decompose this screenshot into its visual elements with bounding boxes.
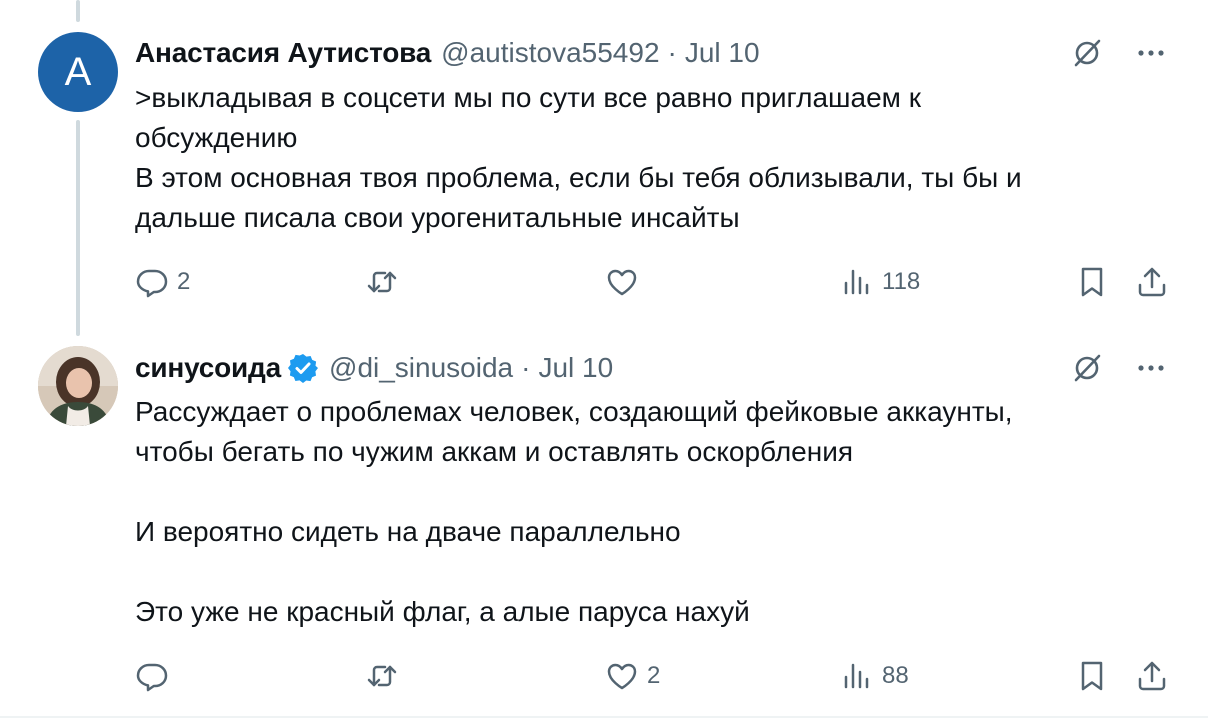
reply-button[interactable] [135,656,177,696]
bookmark-icon [1081,267,1103,297]
share-button[interactable] [1135,656,1169,696]
tweet-text: Рассуждает о проблемах человек, создающи… [135,392,1145,632]
reply-button[interactable]: 2 [135,262,190,302]
tweet-date[interactable]: Jul 10 [685,37,760,69]
tweet-text-line [135,472,1145,512]
tweet-actions: 2 88 [135,656,1175,696]
speech-bubble-icon [136,269,168,298]
tweet-text: >выкладывая в соцсети мы по сути все рав… [135,78,1145,238]
avatar-initial: A [64,49,92,94]
tweet[interactable]: синусоида @di_sinusoida · Jul 10 Рассужд… [0,340,1208,716]
tweet-text-line: чтобы бегать по чужим аккам и оставлять … [135,436,853,467]
author-handle[interactable]: @autistova55492 [441,37,659,69]
grok-slash-icon[interactable] [1070,351,1104,385]
author-handle[interactable]: @di_sinusoida [329,352,513,384]
like-button[interactable]: 2 [605,656,660,696]
bookmark-icon [1081,661,1103,691]
bar-chart-icon [844,663,869,689]
thread-connector [76,120,80,336]
retweet-button[interactable] [365,262,407,302]
bookmark-button[interactable] [1075,656,1109,696]
tweet-header-tools [1070,348,1168,388]
avatar[interactable]: A [38,32,118,112]
tweet-text-line: дальше писала свои урогенитальные инсайт… [135,202,740,233]
divider [0,716,1208,718]
view-count: 118 [882,268,921,295]
profile-photo [38,346,118,426]
reply-count: 2 [177,268,191,295]
avatar[interactable] [38,346,118,426]
author-name[interactable]: Анастасия Аутистова [135,37,431,69]
author-name[interactable]: синусоида [135,352,281,384]
tweet-text-line: обсуждению [135,122,298,153]
tweet-actions: 2 118 [135,262,1175,302]
like-button[interactable] [605,262,647,302]
views-button[interactable]: 88 [840,656,909,696]
like-count: 2 [647,662,661,689]
retweet-button[interactable] [365,656,407,696]
separator-dot: · [667,37,677,68]
separator-dot: · [521,352,531,383]
heart-icon [607,663,637,690]
tweet-text-line: Это уже не красный флаг, а алые паруса н… [135,596,750,627]
views-button[interactable]: 118 [840,262,920,302]
tweet-text-line: Рассуждает о проблемах человек, создающи… [135,396,1013,427]
verified-badge-icon[interactable] [287,352,319,384]
tweet-header-tools [1070,33,1168,73]
tweet-header: синусоида @di_sinusoida · Jul 10 [135,348,613,388]
tweet-date[interactable]: Jul 10 [538,352,613,384]
share-upload-icon [1138,661,1166,691]
share-button[interactable] [1135,262,1169,302]
more-dots-icon[interactable] [1134,36,1168,70]
bar-chart-icon [844,269,869,295]
speech-bubble-icon [136,663,168,692]
retweet-arrows-icon [367,271,397,293]
retweet-arrows-icon [367,665,397,687]
bookmark-button[interactable] [1075,262,1109,302]
tweet-header: Анастасия Аутистова @autistova55492 · Ju… [135,33,760,73]
grok-slash-icon[interactable] [1070,36,1104,70]
tweet-text-line: В этом основная твоя проблема, если бы т… [135,162,1022,193]
share-upload-icon [1138,267,1166,297]
tweet-text-line: И вероятно сидеть на дваче параллельно [135,516,681,547]
view-count: 88 [882,662,909,689]
tweet[interactable]: A Анастасия Аутистова @autistova55492 · … [0,0,1208,340]
more-dots-icon[interactable] [1134,351,1168,385]
heart-icon [607,269,637,296]
tweet-text-line [135,552,1145,592]
thread-view: A Анастасия Аутистова @autistova55492 · … [0,0,1208,724]
tweet-text-line: >выкладывая в соцсети мы по сути все рав… [135,82,921,113]
